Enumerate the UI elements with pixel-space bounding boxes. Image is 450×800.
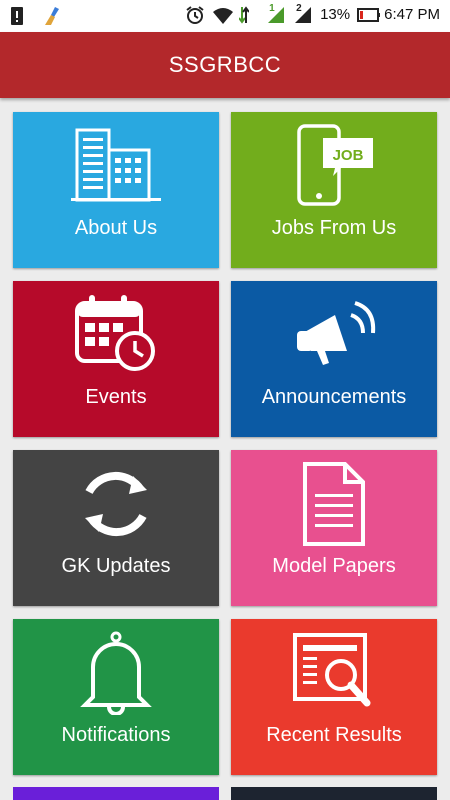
tile-label: Notifications xyxy=(61,724,171,746)
tile-about-us[interactable]: About Us xyxy=(13,112,219,268)
app-title: SSGRBCC xyxy=(168,52,282,77)
clock: 6:47 PM xyxy=(384,6,440,23)
alert-icon xyxy=(10,6,30,26)
broom-icon xyxy=(42,6,62,26)
battery-icon xyxy=(357,5,381,25)
wifi-icon xyxy=(212,5,234,25)
refresh-icon xyxy=(13,462,219,548)
tile-model-papers[interactable]: Model Papers xyxy=(231,450,437,606)
phone-job-icon: JOB xyxy=(231,124,437,210)
tile-announcements[interactable]: Announcements xyxy=(231,281,437,437)
building-icon xyxy=(13,124,219,210)
megaphone-icon xyxy=(231,293,437,379)
signal-sim1-icon: 1 xyxy=(266,3,286,25)
sim2-label: 2 xyxy=(295,3,303,14)
status-bar: 1 2 13% 6:47 PM xyxy=(0,0,450,32)
sim1-label: 1 xyxy=(268,3,276,14)
tile-partial-right[interactable] xyxy=(231,787,437,800)
tile-label: Recent Results xyxy=(266,724,402,746)
search-results-icon xyxy=(231,631,437,717)
tile-label: About Us xyxy=(74,217,158,239)
tile-label: Model Papers xyxy=(272,555,396,577)
tile-label: Jobs From Us xyxy=(271,217,397,239)
document-icon xyxy=(231,462,437,548)
tile-label: GK Updates xyxy=(61,555,171,577)
tile-jobs-from-us[interactable]: JOB Jobs From Us xyxy=(231,112,437,268)
menu-grid: About Us JOB Jobs From Us Events Announc… xyxy=(13,112,437,775)
alarm-icon xyxy=(185,5,205,25)
data-transfer-icon xyxy=(238,5,259,25)
job-icon-text: JOB xyxy=(333,147,364,164)
battery-percent: 13% xyxy=(320,6,351,23)
app-bar: SSGRBCC xyxy=(0,32,450,98)
tile-events[interactable]: Events xyxy=(13,281,219,437)
bell-icon xyxy=(13,631,219,717)
tile-notifications[interactable]: Notifications xyxy=(13,619,219,775)
calendar-clock-icon xyxy=(13,293,219,379)
tile-label: Announcements xyxy=(261,386,407,408)
tile-label: Events xyxy=(85,386,147,408)
tile-partial-left[interactable] xyxy=(13,787,219,800)
signal-sim2-icon: 2 xyxy=(293,3,313,25)
tile-recent-results[interactable]: Recent Results xyxy=(231,619,437,775)
tile-gk-updates[interactable]: GK Updates xyxy=(13,450,219,606)
